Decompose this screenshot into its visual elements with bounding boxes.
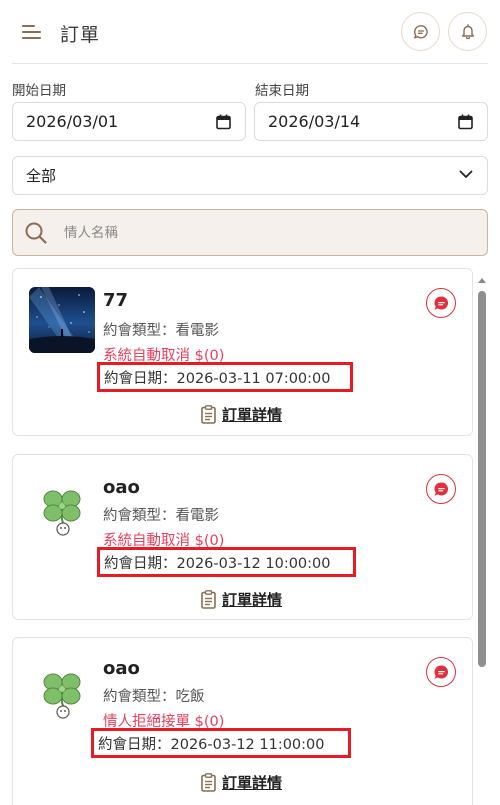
clipboard-icon <box>201 405 216 424</box>
chat-button[interactable] <box>401 12 440 51</box>
scroll-up-arrow-icon[interactable] <box>478 278 486 283</box>
date-time-text: 約會日期：2026-03-12 11:00:00 <box>98 736 325 753</box>
order-detail-label: 訂單詳情 <box>222 774 283 792</box>
order-list: 77 約會類型：看電影 系統自動取消 $(0) 約會日期：2026-03-11 … <box>0 268 500 805</box>
scrollbar[interactable] <box>476 274 488 805</box>
header-divider <box>12 63 488 64</box>
order-detail-label: 訂單詳情 <box>222 406 283 424</box>
menu-icon[interactable] <box>22 22 44 42</box>
date-type-text: 約會類型：看電影 <box>103 508 219 524</box>
start-date-label: 開始日期 <box>12 83 66 99</box>
avatar <box>29 473 95 539</box>
order-card: 77 約會類型：看電影 系統自動取消 $(0) 約會日期：2026-03-11 … <box>12 268 473 436</box>
bell-icon <box>461 24 474 40</box>
order-detail-label: 訂單詳情 <box>222 591 283 609</box>
date-time-text: 約會日期：2026-03-11 07:00:00 <box>104 370 331 387</box>
notification-button[interactable] <box>448 12 487 51</box>
end-date-label: 結束日期 <box>255 83 309 99</box>
date-type-select[interactable]: 全部 <box>12 156 488 195</box>
app-header: 訂單 <box>0 0 500 64</box>
search-icon <box>25 222 47 244</box>
order-detail-link[interactable]: 訂單詳情 <box>201 589 282 610</box>
message-button[interactable] <box>426 288 456 318</box>
order-card: oao 約會類型：吃飯 情人拒絕接單 $(0) 約會日期：2026-03-12 … <box>12 637 473 805</box>
order-card: oao 約會類型：看電影 系統自動取消 $(0) 約會日期：2026-03-12… <box>12 454 473 620</box>
date-type-text: 約會類型：看電影 <box>103 323 219 339</box>
end-date-value: 2026/03/14 <box>268 112 361 131</box>
clipboard-icon <box>201 773 216 792</box>
chat-bubble-icon <box>434 295 448 310</box>
date-time-highlight: 約會日期：2026-03-11 07:00:00 <box>97 362 353 392</box>
chat-bubble-icon <box>434 481 448 496</box>
calendar-icon[interactable] <box>458 114 473 130</box>
partner-name: oao <box>103 658 140 679</box>
avatar <box>29 656 95 722</box>
date-time-highlight: 約會日期：2026-03-12 11:00:00 <box>91 728 351 758</box>
message-button[interactable] <box>426 657 456 687</box>
order-detail-link[interactable]: 訂單詳情 <box>201 404 282 425</box>
end-date-input[interactable]: 2026/03/14 <box>254 102 488 141</box>
page-title: 訂單 <box>60 24 101 46</box>
date-type-text: 約會類型：吃飯 <box>103 689 205 705</box>
clipboard-icon <box>201 590 216 609</box>
start-date-input[interactable]: 2026/03/01 <box>12 102 246 141</box>
chat-bubble-icon <box>434 664 448 679</box>
partner-name: oao <box>103 477 140 498</box>
message-button[interactable] <box>426 474 456 504</box>
chat-bubble-icon <box>413 24 428 38</box>
order-detail-link[interactable]: 訂單詳情 <box>201 772 282 793</box>
chevron-down-icon <box>459 170 473 178</box>
partner-name: 77 <box>103 290 129 311</box>
search-input[interactable] <box>64 222 464 244</box>
search-bar[interactable] <box>12 209 488 256</box>
start-date-value: 2026/03/01 <box>26 112 119 131</box>
scrollbar-thumb[interactable] <box>478 291 486 667</box>
date-time-highlight: 約會日期：2026-03-12 10:00:00 <box>97 547 356 577</box>
date-time-text: 約會日期：2026-03-12 10:00:00 <box>104 555 331 572</box>
calendar-icon[interactable] <box>216 114 231 130</box>
select-value: 全部 <box>26 167 57 185</box>
avatar <box>29 287 95 353</box>
